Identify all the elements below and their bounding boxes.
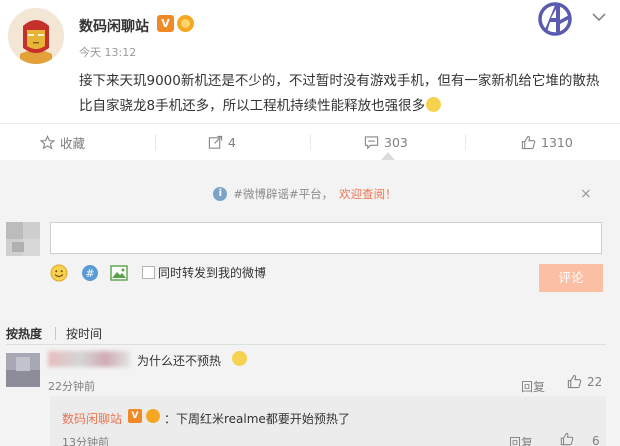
emoji-icon (426, 97, 442, 112)
chevron-down-icon[interactable] (591, 9, 607, 25)
comment-count: 303 (384, 134, 408, 150)
separator (465, 134, 466, 150)
sub-reply-time: 13分钟前 (62, 436, 109, 446)
medal-icon (177, 15, 194, 32)
sort-by-hot-tab[interactable]: 按热度 (6, 325, 42, 342)
active-tab-indicator (381, 152, 395, 160)
like-icon[interactable] (560, 432, 574, 446)
sub-reply-like-count: 6 (592, 434, 600, 446)
repost-icon (208, 135, 223, 149)
svg-text:#: # (85, 267, 94, 280)
comment-like-button[interactable]: 22 (567, 374, 602, 389)
submit-comment-button[interactable]: 评论 (539, 264, 603, 292)
repost-count: 4 (228, 134, 236, 150)
author-avatar[interactable] (8, 8, 64, 64)
like-icon (521, 135, 536, 149)
repost-checkbox-label[interactable]: 同时转发到我的微博 (158, 264, 266, 281)
notice-topic-link[interactable]: #微博辟谣#平台， (233, 186, 333, 202)
ironman-avatar-icon (8, 8, 64, 64)
star-icon (40, 134, 55, 149)
comment-like-count: 22 (587, 374, 603, 389)
info-icon: i (213, 187, 228, 201)
separator (155, 134, 156, 150)
sort-by-time-tab[interactable]: 按时间 (66, 325, 102, 342)
rumor-notice: i #微博辟谣#平台， 欢迎查阅！ (6, 182, 604, 206)
post-content: 接下来天玑9000新机还是不少的，不过暂时没有游戏手机，但有一家新机给它堆的散热… (79, 69, 604, 119)
topic-icon[interactable]: # (81, 264, 99, 282)
post-author[interactable]: 数码闲聊站 (79, 16, 149, 36)
like-button[interactable]: 1310 (521, 124, 573, 160)
close-icon[interactable]: × (580, 186, 592, 202)
like-icon (567, 374, 582, 389)
medal-icon (146, 409, 160, 423)
commenter-avatar[interactable] (6, 353, 40, 387)
notice-welcome-text: 欢迎查阅！ (339, 187, 397, 201)
avengers-logo-icon (535, 0, 575, 38)
comment-input[interactable] (50, 222, 602, 254)
sub-reply-author[interactable]: 数码闲聊站 (62, 410, 122, 427)
repost-button[interactable]: 4 (208, 124, 236, 160)
my-avatar[interactable] (6, 222, 40, 256)
commenter-name-blurred[interactable] (48, 351, 130, 367)
comment-time: 22分钟前 (48, 380, 95, 393)
favorite-button[interactable]: 收藏 (40, 124, 85, 160)
divider (6, 344, 606, 345)
post-text: 接下来天玑9000新机还是不少的，不过暂时没有游戏手机，但有一家新机给它堆的散热… (79, 73, 600, 114)
separator (55, 327, 56, 340)
favorite-label: 收藏 (60, 135, 86, 151)
sub-reply-button[interactable]: 回复 (509, 434, 533, 446)
verified-badge-icon: V (157, 15, 174, 32)
emoji-icon[interactable] (50, 264, 68, 282)
emoji-icon (232, 351, 247, 366)
like-count: 1310 (541, 134, 573, 150)
image-icon[interactable] (110, 264, 128, 282)
post-action-bar: 收藏 4 303 1310 (0, 124, 620, 160)
verified-badge-icon: V (128, 409, 142, 423)
comment-text: 为什么还不预热 (137, 354, 222, 368)
separator (310, 134, 311, 150)
repost-checkbox[interactable] (142, 266, 155, 279)
sub-reply-text: ：下周红米realme都要开始预热了 (164, 412, 350, 426)
reply-button[interactable]: 回复 (521, 378, 545, 395)
comment-icon (364, 135, 379, 149)
post-timestamp[interactable]: 今天 13:12 (79, 44, 136, 60)
